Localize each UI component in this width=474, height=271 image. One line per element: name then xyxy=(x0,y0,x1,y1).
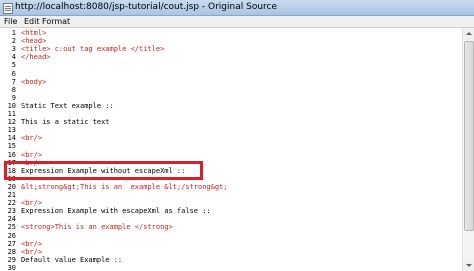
code-line: <br/> xyxy=(21,239,43,248)
code-line: </head> xyxy=(21,53,51,62)
line-number: 25 xyxy=(7,223,16,232)
menu-edit[interactable]: Edit xyxy=(24,16,40,27)
code-line: <html> xyxy=(21,29,47,37)
line-number: 21 xyxy=(7,191,16,199)
line-number: 3 xyxy=(11,45,16,54)
line-number: 28 xyxy=(7,247,16,256)
line-number: 8 xyxy=(11,85,16,94)
source-viewer-window: http://localhost:8080/jsp-tutorial/cout.… xyxy=(0,0,474,271)
line-number: 30 xyxy=(7,263,16,271)
menu-file[interactable]: File xyxy=(4,16,17,27)
line-number: 23 xyxy=(7,207,16,216)
line-number: 11 xyxy=(7,110,16,118)
window-title: http://localhost:8080/jsp-tutorial/cout.… xyxy=(15,2,278,12)
line-number: 6 xyxy=(11,69,16,78)
menu-format[interactable]: Format xyxy=(42,16,70,27)
code-line: <br/> xyxy=(21,199,43,208)
line-number: 5 xyxy=(11,61,16,70)
line-number: 10 xyxy=(7,101,16,110)
line-number: 1 xyxy=(11,29,16,37)
line-number: 9 xyxy=(11,93,16,102)
code-line: &lt;strong&gt;This is an example &lt;/st… xyxy=(21,182,228,191)
document-icon xyxy=(3,3,13,14)
line-number: 4 xyxy=(11,53,16,62)
vertical-scrollbar[interactable] xyxy=(462,28,474,271)
line-number: 14 xyxy=(7,134,16,143)
title-bar: http://localhost:8080/jsp-tutorial/cout.… xyxy=(0,0,474,16)
line-number: 24 xyxy=(7,215,16,224)
code-line: <body> xyxy=(21,77,47,86)
line-number: 15 xyxy=(7,142,16,151)
code-line: <br/> xyxy=(21,150,43,159)
code-line: Default value Example :: xyxy=(21,255,123,264)
line-number: 26 xyxy=(7,231,16,240)
code-line: Expression Example without escapeXml :: xyxy=(21,166,186,175)
line-number-gutter: 1 2 3 4 5 6 7 8 9 10 11 12 13 14 15 16 17 18 19 20 21 22 23 24 2… xyxy=(0,28,17,271)
code-line: <head> xyxy=(21,37,47,46)
code-line: This is a static text xyxy=(21,118,110,127)
scroll-down-arrow-icon[interactable] xyxy=(463,259,474,271)
line-number: 22 xyxy=(7,199,16,208)
scrollbar-thumb[interactable] xyxy=(464,41,474,231)
menu-bar: File Edit Format xyxy=(0,16,474,28)
scroll-up-arrow-icon[interactable] xyxy=(463,28,474,40)
code-line: Expression Example with escapeXml as fal… xyxy=(21,207,211,216)
line-number: 12 xyxy=(7,118,16,127)
code-line: Static Text example :: xyxy=(21,101,114,110)
line-number: 16 xyxy=(7,150,16,159)
code-line: <br/> xyxy=(21,158,43,167)
code-line: <title> c:out tag example </title> xyxy=(21,45,165,54)
line-number: 27 xyxy=(7,239,16,248)
code-line: <strong>This is an example </strong> xyxy=(21,223,173,232)
line-number: 20 xyxy=(7,182,16,191)
line-number: 13 xyxy=(7,126,16,135)
source-text-area[interactable]: 1 2 3 4 5 6 7 8 9 10 11 12 13 14 15 16 17 18 19 20 21 22 23 24 2… xyxy=(0,28,462,271)
code-line: <br/> xyxy=(21,134,43,143)
line-number: 29 xyxy=(7,255,16,264)
line-number: 7 xyxy=(11,77,16,86)
code-line: <br/> xyxy=(21,247,43,256)
line-number: 2 xyxy=(11,37,16,46)
